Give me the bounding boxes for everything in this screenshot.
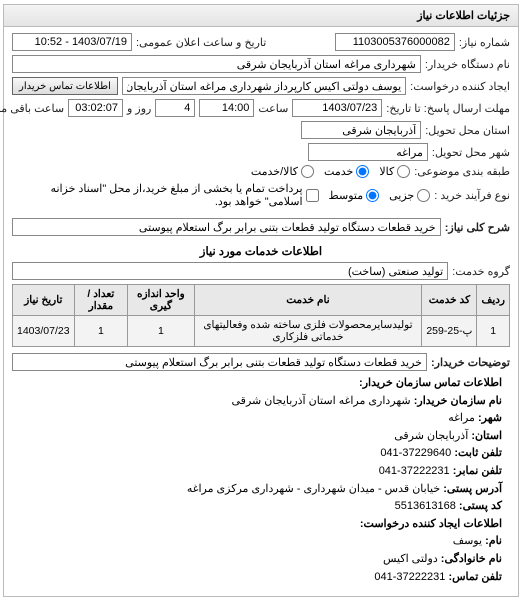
need-no-label: شماره نیاز:: [460, 36, 511, 49]
public-datetime-input[interactable]: [13, 33, 133, 51]
subject-category-group: کالا خدمت کالا/خدمت: [252, 165, 411, 178]
reply-date-input[interactable]: [293, 99, 383, 117]
requester-info-title: اطلاعات ایجاد کننده درخواست:: [361, 518, 503, 530]
radio-service-input[interactable]: [357, 165, 370, 178]
panel-title: جزئیات اطلاعات نیاز: [418, 10, 511, 22]
service-group-label: گروه خدمت:: [453, 265, 511, 278]
phone-label: تلفن تماس:: [449, 571, 503, 583]
surname-label: نام خانوادگی:: [442, 553, 503, 565]
delivery-province-input[interactable]: [302, 121, 422, 139]
postal-code-value: 5513613168: [396, 500, 457, 512]
postal-address-label: آدرس پستی:: [444, 483, 503, 495]
phone-number-label: تلفن ثابت:: [455, 447, 503, 459]
services-section-title: اطلاعات خدمات مورد نیاز: [13, 244, 511, 258]
city-value: مراغه: [449, 412, 476, 424]
need-no-input[interactable]: [336, 33, 456, 51]
contact-info-button[interactable]: اطلاعات تماس خریدار: [13, 77, 119, 95]
hour-label-1: ساعت: [259, 102, 289, 115]
days-left-input[interactable]: [156, 99, 196, 117]
public-datetime-label: تاریخ و ساعت اعلان عمومی:: [137, 36, 267, 49]
city-label: شهر:: [479, 412, 503, 424]
org-name: شهرداری مراغه استان آذربایجان شرقی: [233, 395, 412, 407]
hours-left-input[interactable]: [69, 99, 124, 117]
radio-small-label: جزیی: [390, 189, 415, 202]
radio-goods-label: کالا: [380, 165, 395, 178]
process-type-group: جزیی متوسط پرداخت تمام یا بخشی از مبلغ خ…: [13, 182, 431, 208]
need-desc-label: شرح کلی نیاز:: [446, 221, 511, 234]
surname-value: دولتی اکیس: [384, 553, 439, 565]
radio-small-input[interactable]: [418, 189, 431, 202]
td-qty: 1: [75, 316, 129, 347]
th-unit: واحد اندازه گیری: [129, 285, 195, 316]
fax-value: 37222231-041: [380, 465, 451, 477]
buyer-device-input[interactable]: [13, 55, 422, 73]
buyer-device-label: نام دستگاه خریدار:: [426, 58, 511, 71]
checkbox-treasury-label: پرداخت تمام یا بخشی از مبلغ خرید،از محل …: [13, 182, 304, 208]
contact-section-title: اطلاعات تماس سازمان خریدار:: [360, 377, 503, 389]
radio-service[interactable]: خدمت: [325, 165, 370, 178]
checkbox-treasury[interactable]: پرداخت تمام یا بخشی از مبلغ خرید،از محل …: [13, 182, 320, 208]
th-name: نام خدمت: [195, 285, 423, 316]
td-unit: 1: [129, 316, 195, 347]
radio-small[interactable]: جزیی: [390, 189, 431, 202]
fax-label: تلفن نمابر:: [454, 465, 503, 477]
td-name: تولیدسایرمحصولات فلزی ساخته شده وفعالیته…: [195, 316, 423, 347]
province-value: آذربایجان شرقی: [395, 430, 469, 442]
td-row: 1: [478, 316, 511, 347]
table-header-row: ردیف کد خدمت نام خدمت واحد اندازه گیری ت…: [14, 285, 511, 316]
province-label: استان:: [472, 430, 503, 442]
th-date: تاریخ نیاز: [14, 285, 76, 316]
radio-goods-service-input[interactable]: [302, 165, 315, 178]
name-value: یوسف: [454, 535, 483, 547]
td-date: 1403/07/23: [14, 316, 76, 347]
service-group-input[interactable]: [13, 262, 449, 280]
buyer-notes-input[interactable]: [13, 353, 428, 371]
day-and-label: روز و: [128, 102, 152, 115]
subject-category-label: طبقه بندی موضوعی:: [415, 165, 511, 178]
radio-medium[interactable]: متوسط: [330, 189, 381, 202]
buyer-notes-label: توضیحات خریدار:: [432, 356, 511, 369]
postal-address-value: خیابان قدس - میدان شهرداری - شهرداری مرک…: [188, 483, 441, 495]
phone-value: 37222231-041: [375, 571, 446, 583]
requester-label: ایجاد کننده درخواست:: [411, 80, 511, 93]
reply-until-label: مهلت ارسال پاسخ: تا تاریخ:: [387, 102, 511, 115]
th-qty: تعداد / مقدار: [75, 285, 129, 316]
radio-medium-label: متوسط: [330, 189, 365, 202]
phone-number-value: 37229640-041: [381, 447, 452, 459]
radio-goods-service-label: کالا/خدمت: [252, 165, 299, 178]
th-code: کد خدمت: [423, 285, 478, 316]
radio-service-label: خدمت: [325, 165, 354, 178]
contact-block: اطلاعات تماس سازمان خریدار: نام سازمان خ…: [13, 371, 511, 590]
radio-goods-input[interactable]: [398, 165, 411, 178]
hour-remaining-label: ساعت باقی مانده: [0, 102, 65, 115]
services-table: ردیف کد خدمت نام خدمت واحد اندازه گیری ت…: [13, 284, 511, 347]
form-body: شماره نیاز: تاریخ و ساعت اعلان عمومی: نا…: [5, 27, 519, 596]
requester-input[interactable]: [123, 77, 407, 95]
radio-goods[interactable]: کالا: [380, 165, 411, 178]
delivery-city-label: شهر محل تحویل:: [433, 146, 511, 159]
table-row: 1 پ-25-259 تولیدسایرمحصولات فلزی ساخته ش…: [14, 316, 511, 347]
org-name-label: نام سازمان خریدار:: [415, 395, 503, 407]
details-panel: جزئیات اطلاعات نیاز شماره نیاز: تاریخ و …: [4, 4, 520, 597]
process-type-label: نوع فرآیند خرید :: [435, 189, 511, 202]
th-row: ردیف: [478, 285, 511, 316]
radio-medium-input[interactable]: [367, 189, 380, 202]
panel-header: جزئیات اطلاعات نیاز: [5, 5, 519, 27]
name-label: نام:: [486, 535, 503, 547]
checkbox-treasury-input[interactable]: [307, 189, 320, 202]
need-desc-input[interactable]: [13, 218, 442, 236]
td-code: پ-25-259: [423, 316, 478, 347]
delivery-province-label: استان محل تحویل:: [426, 124, 511, 137]
radio-goods-service[interactable]: کالا/خدمت: [252, 165, 315, 178]
reply-hour-input[interactable]: [200, 99, 255, 117]
delivery-city-input[interactable]: [309, 143, 429, 161]
postal-code-label: کد پستی:: [460, 500, 503, 512]
